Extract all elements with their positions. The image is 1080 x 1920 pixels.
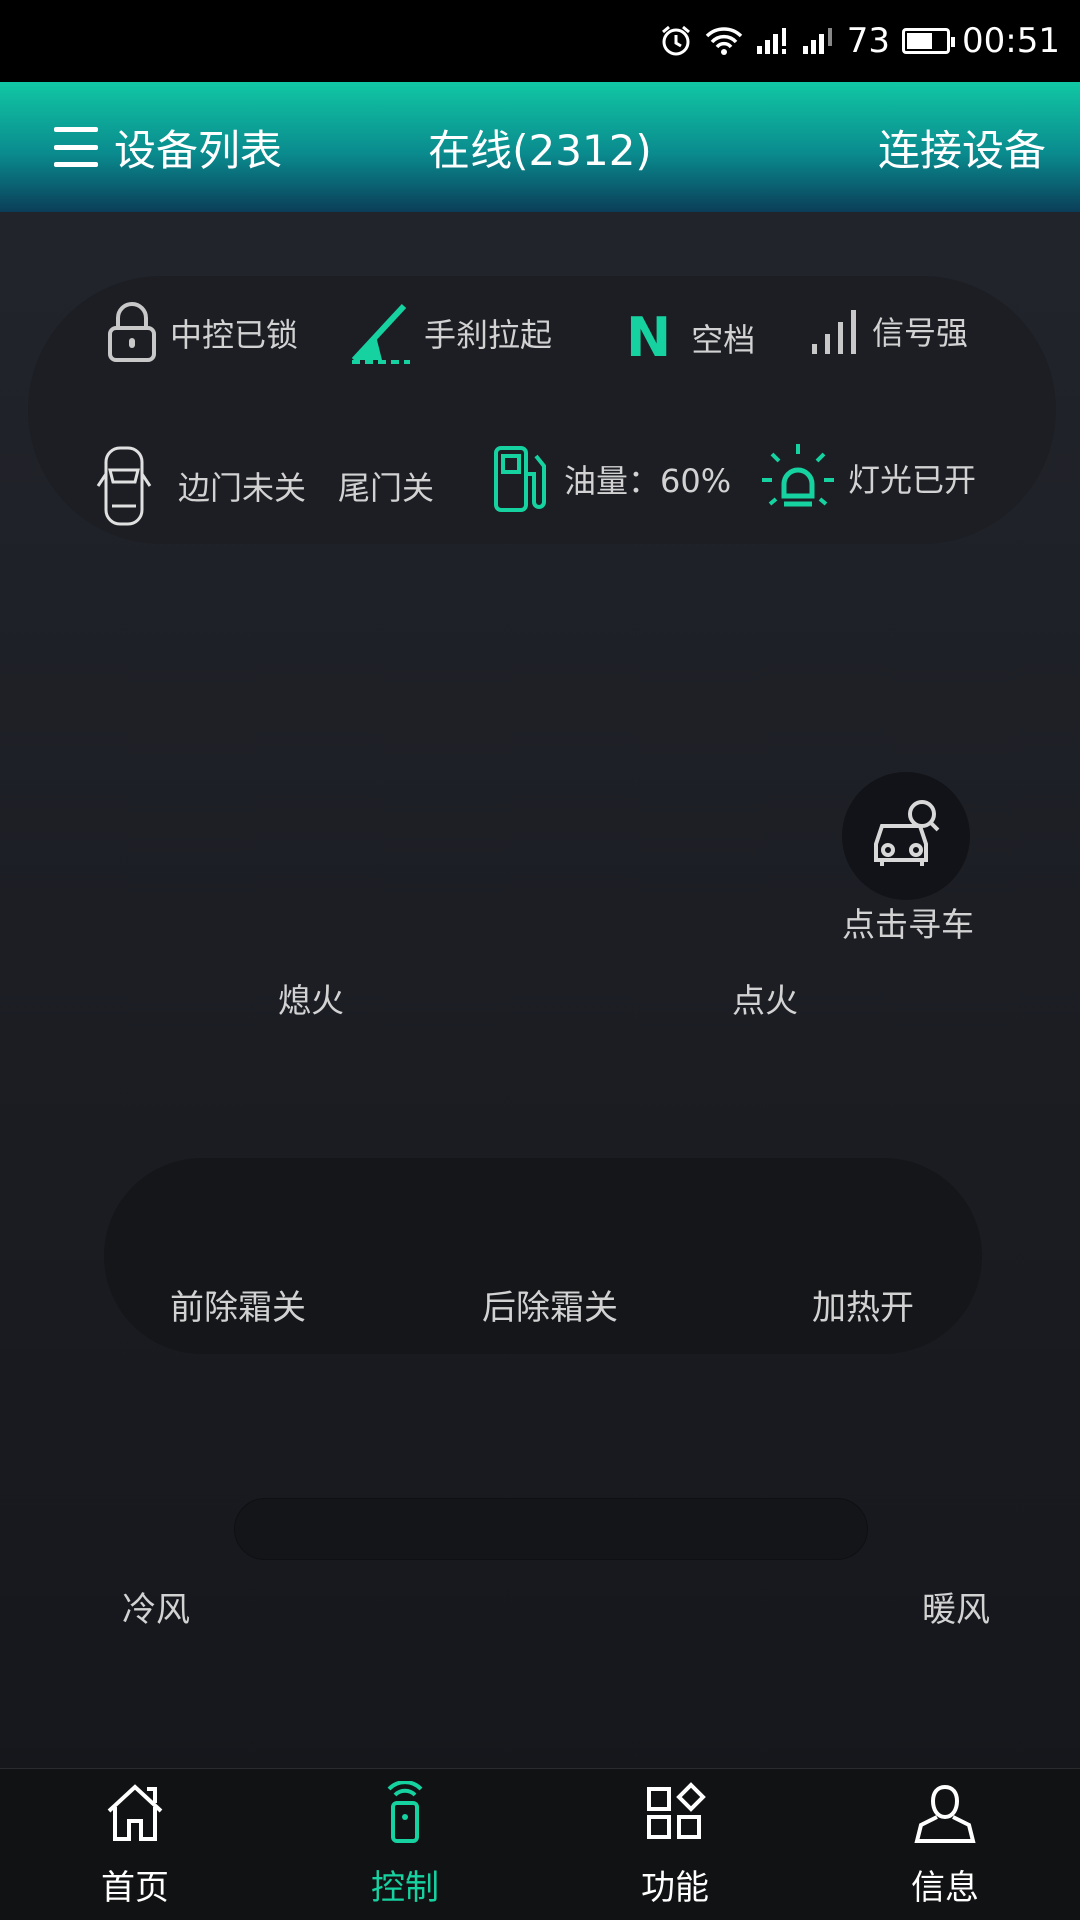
home-icon [103,1781,167,1854]
heating-button[interactable]: 加热开 [812,1280,914,1329]
wifi-icon [705,26,743,56]
battery-level: 73 [846,21,891,61]
handbrake-status: 手刹拉起 [348,302,552,364]
bottom-navigation: 首页 控制 功能 信息 [0,1768,1080,1920]
find-car-label[interactable]: 点击寻车 [808,898,1008,946]
lock-icon [106,302,158,364]
cell-signal-2-icon [801,26,835,56]
app-bar: 设备列表 在线(2312) 连接设备 [0,82,1080,212]
handbrake-label: 手刹拉起 [424,316,553,354]
menu-icon [54,127,98,167]
engine-off-button[interactable]: 熄火 [278,974,344,1022]
lights-status: 灯光已开 [760,440,976,516]
warm-wind-label: 暖风 [922,1590,990,1630]
vehicle-status-panel: 中控已锁 手刹拉起 N 空档 信号强 边门未关 尾门关 油量：60% 灯光已开 [28,276,1056,544]
signal-strength-icon [810,306,860,356]
lock-status: 中控已锁 [106,302,298,364]
car-search-icon [866,794,946,878]
side-door-label: 边门未关 [178,469,307,507]
find-car-button[interactable] [842,772,970,900]
signal-label: 信号强 [872,314,969,352]
device-list-label: 设备列表 [114,125,283,175]
tail-door-label: 尾门关 [338,469,435,507]
nav-control[interactable]: 控制 [270,1769,540,1920]
light-bulb-icon [760,440,836,516]
rear-defrost-button[interactable]: 后除霜关 [482,1280,618,1329]
door-status: 边门未关 尾门关 [96,444,434,528]
nav-info[interactable]: 信息 [810,1769,1080,1920]
wind-temperature-slider[interactable] [234,1498,868,1560]
cell-signal-1-icon [755,26,789,56]
nav-info-label: 信息 [911,1867,979,1908]
connect-device-button[interactable]: 连接设备 [878,117,1046,178]
user-icon [913,1781,977,1854]
nav-functions-label: 功能 [641,1867,709,1908]
cold-wind-label: 冷风 [122,1590,190,1630]
front-defrost-button[interactable]: 前除霜关 [170,1280,306,1329]
battery-icon [902,28,956,54]
fuel-pump-icon [492,444,552,514]
fuel-label: 油量：60% [564,462,732,500]
handbrake-icon [348,302,412,364]
fuel-status: 油量：60% [492,444,731,514]
nav-functions[interactable]: 功能 [540,1769,810,1920]
remote-icon [373,1779,437,1854]
nav-home-label: 首页 [101,1867,169,1908]
lock-label: 中控已锁 [170,316,299,354]
device-list-button[interactable]: 设备列表 [54,117,282,178]
climate-panel: 前除霜关 后除霜关 加热开 [104,1158,982,1354]
alarm-icon [659,24,693,58]
gear-label: 空档 [691,320,756,359]
signal-status: 信号强 [810,306,968,356]
engine-on-button[interactable]: 点火 [732,974,798,1022]
nav-home[interactable]: 首页 [0,1769,270,1920]
grid-icon [643,1781,707,1854]
nav-control-label: 控制 [371,1867,439,1908]
gear-status: N 空档 [626,306,755,369]
car-door-icon [96,444,152,528]
lights-label: 灯光已开 [848,461,977,499]
system-status-bar: 73 00:51 [0,0,1080,82]
clock: 00:51 [962,21,1060,61]
gear-n-icon: N [626,306,672,369]
